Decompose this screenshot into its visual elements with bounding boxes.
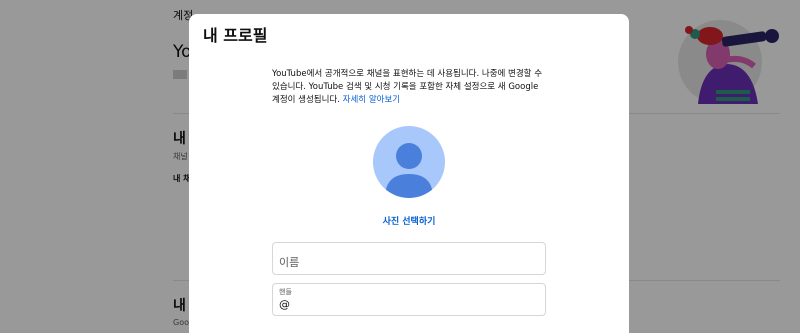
my-profile-dialog: 내 프로필 YouTube에서 공개적으로 채널을 표현하는 데 사용됩니다. … bbox=[189, 14, 629, 333]
profile-avatar[interactable] bbox=[373, 126, 445, 198]
name-field[interactable] bbox=[272, 242, 546, 275]
handle-field[interactable]: 핸들 bbox=[272, 283, 546, 316]
profile-description: YouTube에서 공개적으로 채널을 표현하는 데 사용됩니다. 나중에 변경… bbox=[272, 68, 546, 107]
name-input[interactable] bbox=[279, 256, 539, 269]
handle-input[interactable] bbox=[279, 298, 539, 311]
handle-label: 핸들 bbox=[279, 288, 292, 296]
youtube-settings-page: 계정 Yo 내 Y 채널 내 채 내 Goog 내 프로필 YouTube에서 … bbox=[0, 0, 800, 333]
dialog-title: 내 프로필 bbox=[203, 26, 268, 45]
description-text: YouTube에서 공개적으로 채널을 표현하는 데 사용됩니다. 나중에 변경… bbox=[272, 69, 543, 105]
learn-more-link[interactable]: 자세히 알아보기 bbox=[343, 95, 400, 105]
select-photo-button[interactable]: 사진 선택하기 bbox=[189, 214, 629, 227]
default-person-icon bbox=[373, 126, 445, 198]
